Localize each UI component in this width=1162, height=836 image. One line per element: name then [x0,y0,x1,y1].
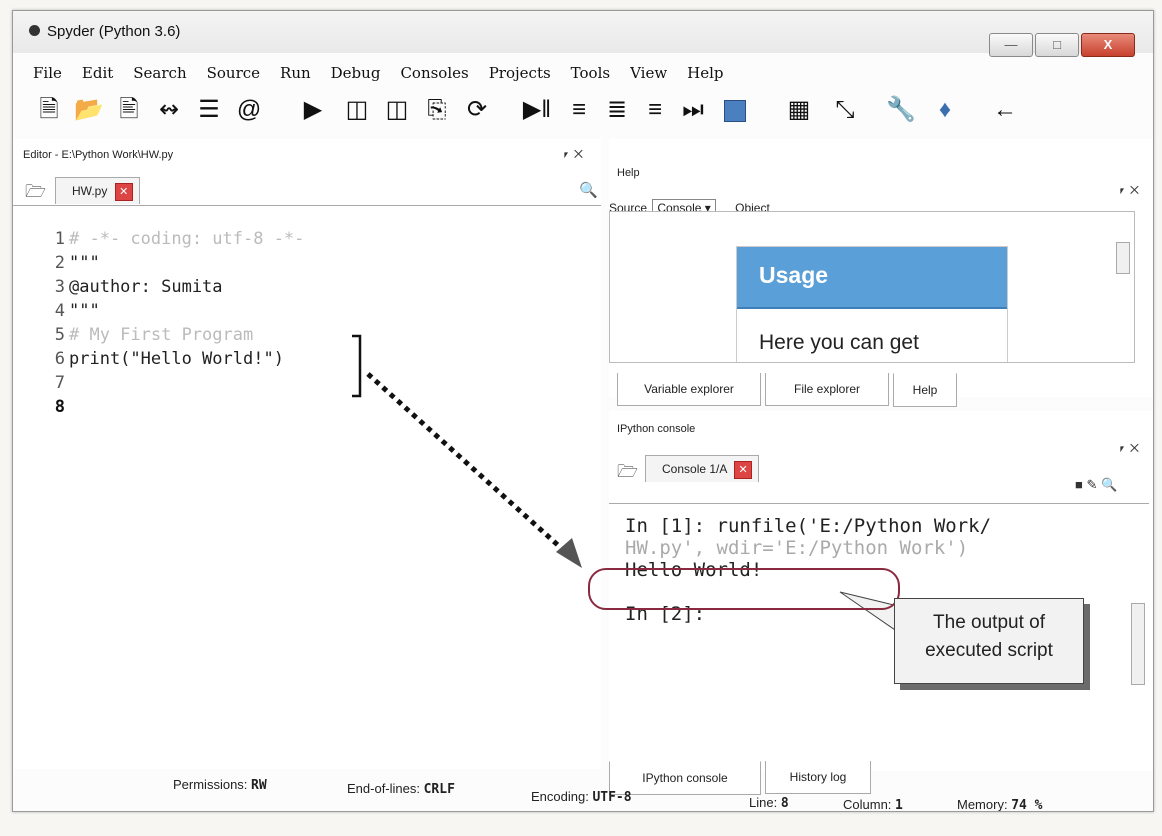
callout-line-1: The output of [933,612,1045,633]
callout-box: The output of executed script [894,598,1084,684]
code-bracket [352,334,362,398]
arrow-shaft [366,372,572,558]
output-highlight [588,568,900,610]
annotation-overlay [352,334,899,633]
arrow-head [556,538,582,568]
callout-line-2: executed script [925,640,1053,661]
